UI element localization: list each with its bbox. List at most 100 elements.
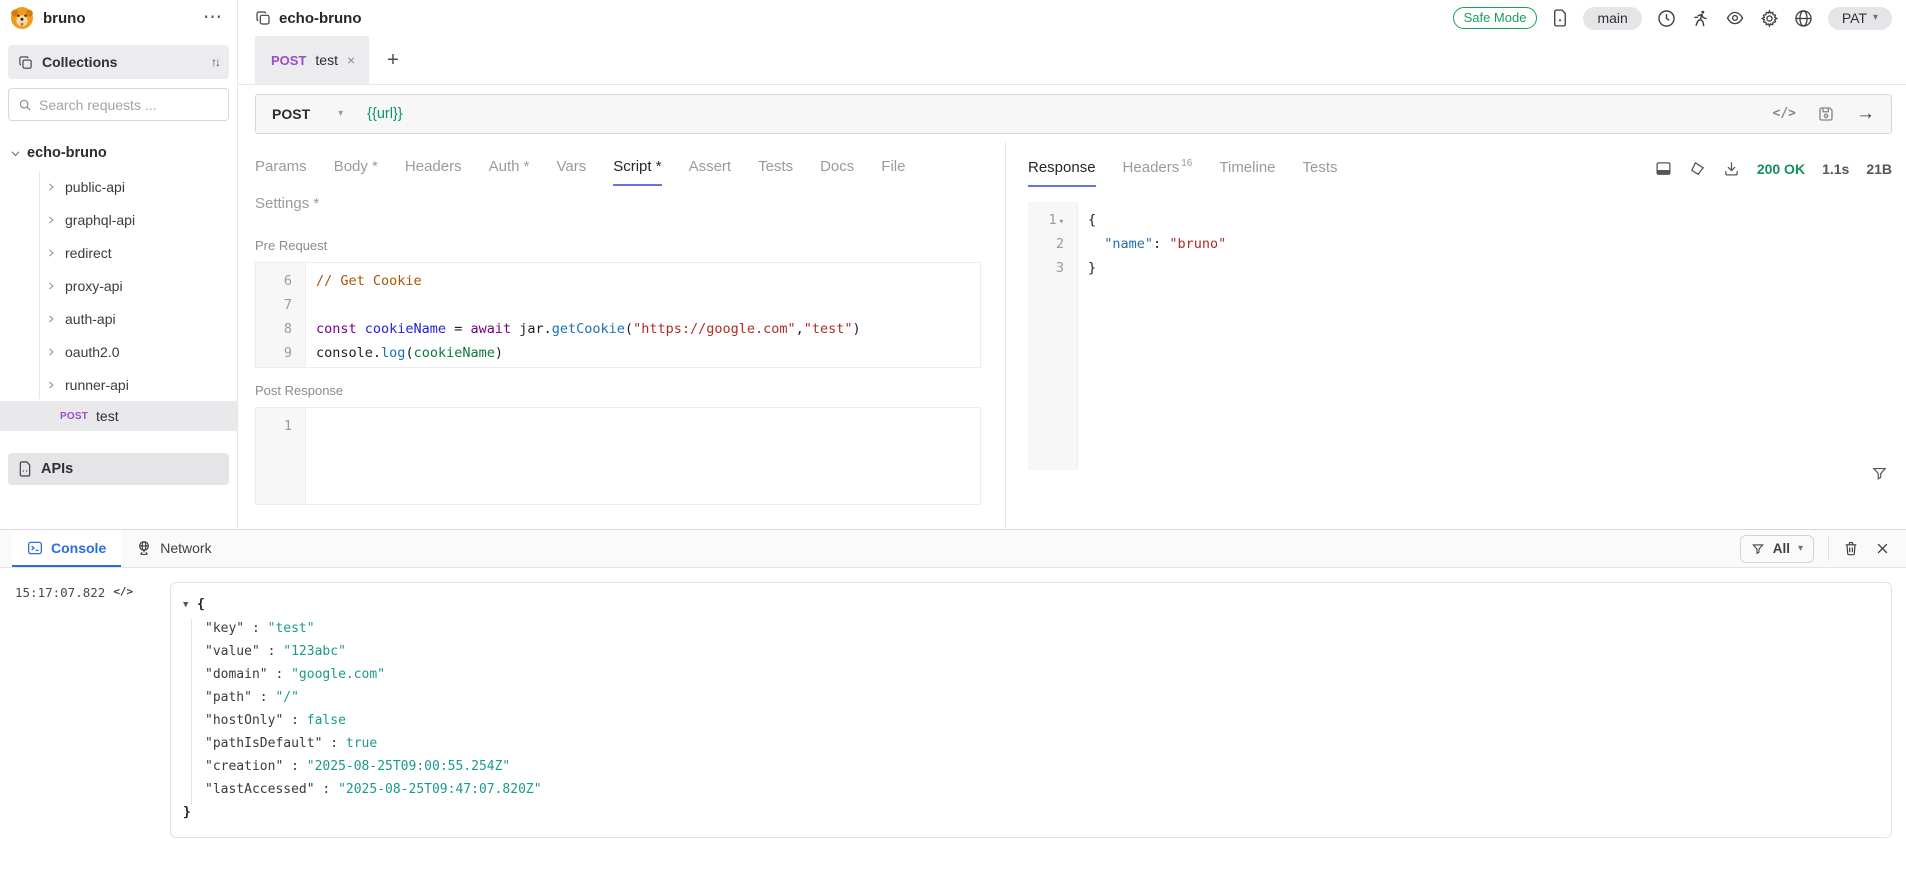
response-body-wrap: 1▾23{ "name": "bruno"} <box>1028 202 1892 470</box>
generate-code-icon[interactable]: </> <box>1773 106 1796 121</box>
tab-tests[interactable]: Tests <box>758 158 793 186</box>
open-request-tab[interactable]: POST test × <box>255 36 369 84</box>
tab-script[interactable]: Script * <box>613 158 661 186</box>
settings-gear-icon[interactable] <box>1760 9 1779 28</box>
tab-file[interactable]: File <box>881 158 905 186</box>
tab-label: Vars <box>556 158 586 175</box>
fold-toggle-icon[interactable]: ▾ <box>1059 217 1064 227</box>
chevron-right-icon <box>46 347 56 357</box>
log-level-filter[interactable]: All ▾ <box>1740 535 1814 563</box>
preview-mode-icon[interactable] <box>1655 160 1672 177</box>
globe-icon[interactable] <box>1794 9 1813 28</box>
code-line: // Get Cookie <box>316 269 980 293</box>
tab-timeline[interactable]: Timeline <box>1219 159 1275 187</box>
log-token: : <box>283 709 306 732</box>
tab-vars[interactable]: Vars <box>556 158 586 186</box>
log-line: "path" : "/" <box>183 686 1877 709</box>
editor-code[interactable] <box>306 408 980 504</box>
log-line: "creation" : "2025-08-25T09:00:55.254Z" <box>183 755 1877 778</box>
new-tab-button[interactable]: + <box>369 36 417 84</box>
pre-request-editor[interactable]: 6789// Get Cookie const cookieName = awa… <box>255 262 981 368</box>
sidebar-item-oauth2.0[interactable]: oauth2.0 <box>0 335 237 368</box>
clear-console-icon[interactable] <box>1843 540 1859 557</box>
collection-root-label: echo-bruno <box>27 145 107 161</box>
close-console-icon[interactable] <box>1875 541 1890 556</box>
sidebar-menu-button[interactable]: ⋯ <box>203 13 223 23</box>
tab-label: Auth * <box>489 158 530 175</box>
log-token: } <box>183 801 191 824</box>
save-icon[interactable] <box>1817 105 1835 123</box>
bruno-logo-icon <box>10 6 34 30</box>
runner-icon[interactable] <box>1691 9 1710 28</box>
tab-settings[interactable]: Settings * <box>255 195 319 223</box>
log-token: : <box>322 732 345 755</box>
close-tab-icon[interactable]: × <box>347 52 355 68</box>
tab-console[interactable]: Console <box>12 530 121 567</box>
code-token: // Get Cookie <box>316 273 422 289</box>
sidebar-item-public-api[interactable]: public-api <box>0 170 237 203</box>
sort-icon[interactable]: ↑↓ <box>211 55 219 69</box>
eye-icon[interactable] <box>1725 9 1745 27</box>
collections-header[interactable]: Collections ↑↓ <box>8 45 229 79</box>
tab-assert[interactable]: Assert <box>689 158 732 186</box>
search-input[interactable] <box>39 97 219 113</box>
clear-response-icon[interactable] <box>1689 160 1706 177</box>
search-icon <box>18 98 32 112</box>
method-caret-icon[interactable]: ▾ <box>338 108 343 119</box>
tab-response[interactable]: Response <box>1028 159 1096 187</box>
history-clock-icon[interactable] <box>1657 9 1676 28</box>
folder-label: proxy-api <box>65 278 123 294</box>
response-filter-icon[interactable] <box>1871 465 1888 487</box>
sidebar-item-test[interactable]: POST test <box>0 401 237 431</box>
editor-gutter: 1 <box>256 408 306 504</box>
chevron-down-icon: ▾ <box>1798 543 1803 554</box>
sidebar-item-redirect[interactable]: redirect <box>0 236 237 269</box>
log-token: : <box>252 686 275 709</box>
tab-body[interactable]: Body * <box>334 158 378 186</box>
code-token <box>1088 236 1104 252</box>
code-token: , <box>796 321 804 337</box>
response-body-editor[interactable]: 1▾23{ "name": "bruno"} <box>1028 202 1892 470</box>
download-response-icon[interactable] <box>1723 160 1740 177</box>
collection-root[interactable]: echo-bruno <box>0 139 237 167</box>
url-bar: POST ▾ {{url}} </> → <box>255 94 1892 134</box>
code-token: = <box>446 321 470 337</box>
sidebar-item-graphql-api[interactable]: graphql-api <box>0 203 237 236</box>
url-input[interactable]: {{url}} <box>367 106 403 122</box>
folder-label: public-api <box>65 179 125 195</box>
tab-params[interactable]: Params <box>255 158 307 186</box>
file-icon[interactable] <box>1552 9 1568 27</box>
code-token: jar <box>519 321 543 337</box>
code-line <box>316 414 980 438</box>
sidebar-item-auth-api[interactable]: auth-api <box>0 302 237 335</box>
collection-tree: echo-bruno public-api graphql-apiredirect… <box>0 139 237 431</box>
git-branch-pill[interactable]: main <box>1583 7 1641 30</box>
sidebar-item-runner-api[interactable]: runner-api <box>0 368 237 401</box>
response-tabs: Response Headers16 Timeline Tests <box>1028 158 1338 187</box>
response-size: 21B <box>1866 161 1892 177</box>
app-name: bruno <box>43 10 86 27</box>
tab-docs[interactable]: Docs <box>820 158 854 186</box>
tab-auth[interactable]: Auth * <box>489 158 530 186</box>
log-token: "pathIsDefault" <box>205 732 322 755</box>
sidebar-item-proxy-api[interactable]: proxy-api <box>0 269 237 302</box>
method-selector[interactable]: POST <box>272 106 310 122</box>
line-number: 2 <box>1028 232 1077 256</box>
tab-headers[interactable]: Headers16 <box>1123 158 1193 187</box>
log-token: : <box>268 663 291 686</box>
tab-headers[interactable]: Headers <box>405 158 462 186</box>
log-line: ▼{ <box>183 593 1877 617</box>
post-response-editor[interactable]: 1 <box>255 407 981 505</box>
tab-label: Docs <box>820 158 854 175</box>
editor-code[interactable]: { "name": "bruno"} <box>1078 202 1892 470</box>
send-request-icon[interactable]: → <box>1856 104 1875 123</box>
account-menu[interactable]: PAT ▾ <box>1828 7 1892 30</box>
collections-icon <box>18 55 33 70</box>
tab-tests[interactable]: Tests <box>1303 159 1338 187</box>
apis-section[interactable]: APIs <box>8 453 229 485</box>
chevron-right-icon <box>46 281 56 291</box>
tab-network[interactable]: Network <box>121 530 226 567</box>
collapse-toggle-icon[interactable]: ▼ <box>183 593 197 617</box>
editor-code[interactable]: // Get Cookie const cookieName = await j… <box>306 263 980 367</box>
collection-title: echo-bruno <box>279 10 362 27</box>
